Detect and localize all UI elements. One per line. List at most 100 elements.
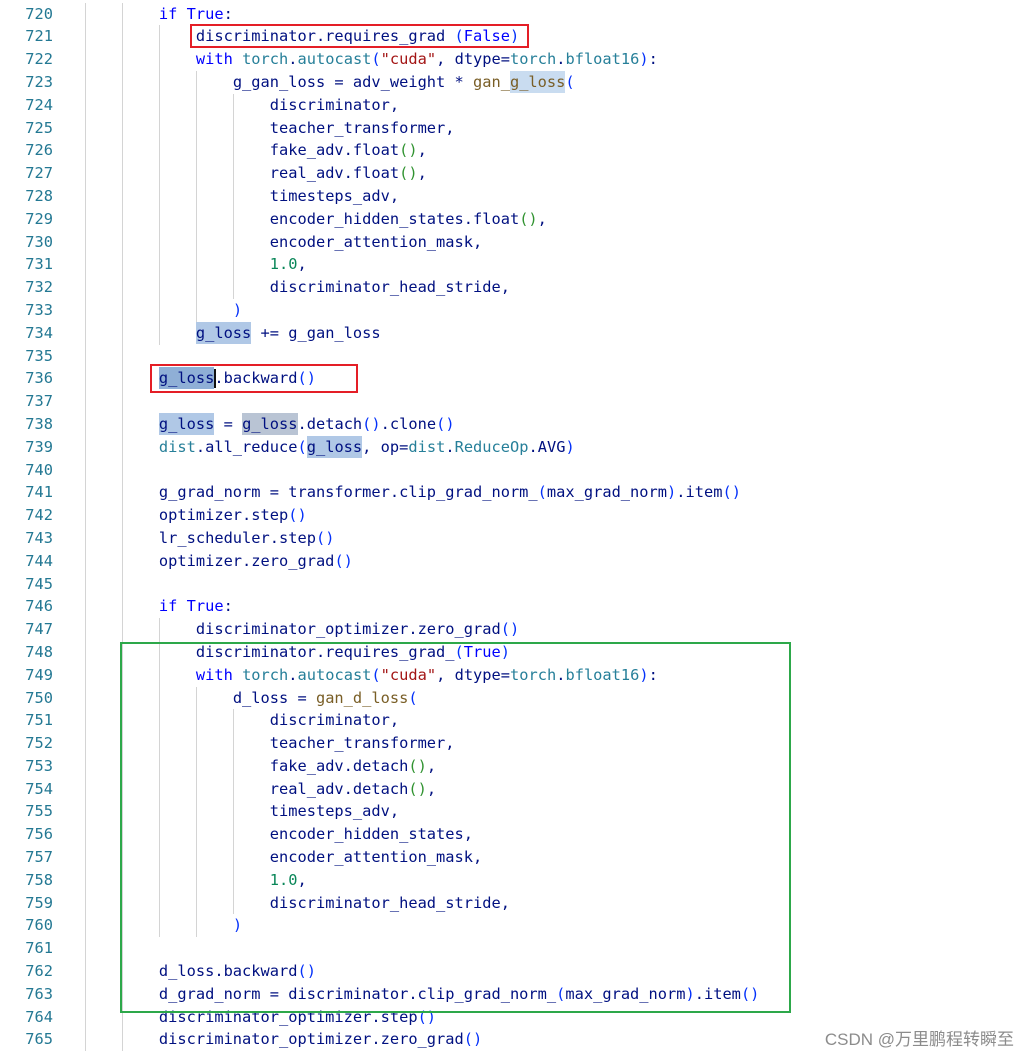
highlighted-code-token: g_loss [242,412,298,435]
code-token: += g_gan_loss [251,323,381,342]
code-line[interactable]: teacher_transformer, [85,117,455,140]
code-token: ( [565,72,575,91]
code-line[interactable]: encoder_hidden_states.float(), [85,208,547,231]
line-number: 759 [25,893,53,912]
code-token: timesteps_adv, [269,186,400,205]
code-token: . [445,437,455,456]
code-token: ) [565,437,575,456]
code-line[interactable]: lr_scheduler.step() [85,527,335,550]
code-token: encoder_attention_mask, [269,232,483,251]
code-token: bfloat16 [565,50,640,69]
code-row: 722 with torch.autocast("cuda", dtype=to… [0,48,1018,71]
code-line[interactable]: discriminator_head_stride, [85,276,510,299]
line-number: 732 [25,278,53,297]
code-token: () [399,141,418,160]
code-line[interactable]: ) [85,299,242,322]
code-line[interactable]: dist.all_reduce(g_loss, op=dist.ReduceOp… [85,435,575,459]
code-row: 723 g_gan_loss = adv_weight * gan_g_loss… [0,70,1018,94]
code-token: .clone [380,414,437,433]
code-row: 731 1.0, [0,253,1018,277]
line-number: 743 [25,528,53,547]
annotation-box-red-requires-grad-false [190,24,529,48]
code-line[interactable]: optimizer.step() [85,504,307,527]
code-token: ReduceOp [454,437,529,456]
line-number: 754 [25,779,53,798]
code-line[interactable]: fake_adv.float(), [85,139,427,162]
line-number: 734 [25,323,53,342]
annotation-box-green-discriminator-step [120,642,791,1013]
code-row: 726 fake_adv.float(), [0,139,1018,163]
code-token: gan_ [473,72,510,91]
code-line[interactable]: if True: [85,3,233,26]
code-token: encoder_hidden_states.float [269,209,520,228]
code-token: torch [510,50,557,69]
code-token: autocast [297,50,372,69]
code-token: , [417,164,427,183]
code-token: teacher_transformer, [269,118,455,137]
line-number: 722 [25,50,53,69]
code-row: 728 timesteps_adv, [0,184,1018,208]
code-line[interactable]: 1.0, [85,253,307,276]
code-row: 745 [0,572,1018,596]
code-row: 742 optimizer.step() [0,504,1018,527]
indent-guide [85,572,86,596]
code-line[interactable]: discriminator, [85,94,399,117]
code-editor[interactable]: 720 if True: 721 discriminator.requires_g… [0,0,1018,1059]
code-line[interactable]: discriminator_optimizer.zero_grad() [85,618,519,641]
code-token: , op= [362,437,409,456]
line-number: 720 [25,4,53,23]
code-line[interactable]: g_grad_norm = transformer.clip_grad_norm… [85,481,741,504]
code-line[interactable]: discriminator_optimizer.zero_grad() [85,1028,482,1051]
line-number: 751 [25,711,53,730]
code-line[interactable]: g_loss = g_loss.detach().clone() [85,412,455,436]
indent-guide [121,344,123,368]
code-row: 733 ) [0,298,1018,322]
code-line[interactable]: g_gan_loss = adv_weight * gan_g_loss( [85,70,575,94]
line-number: 739 [25,437,53,456]
indent-guide [85,458,86,482]
line-number: 755 [25,802,53,821]
code-row: 720 if True: [0,2,1018,26]
code-token: .detach [297,414,363,433]
code-row: 725 teacher_transformer, [0,116,1018,140]
code-token: discriminator, [269,95,400,114]
code-line[interactable]: encoder_attention_mask, [85,231,482,254]
code-row: 744 optimizer.zero_grad() [0,549,1018,573]
code-token: optimizer.step [158,506,289,525]
line-number: 740 [25,460,53,479]
highlighted-code-token: g_loss [509,70,566,93]
line-number: 731 [25,255,53,274]
indent-guide [85,937,86,961]
code-line[interactable]: if True: [85,595,233,618]
code-line[interactable]: optimizer.zero_grad() [85,550,353,573]
highlighted-code-token: g_loss [195,321,252,344]
code-token: True [186,597,224,616]
code-line[interactable]: real_adv.float(), [85,162,427,185]
code-token: () [722,483,741,502]
code-line[interactable]: timesteps_adv, [85,185,399,208]
line-number: 763 [25,984,53,1003]
line-number: 727 [25,164,53,183]
code-line[interactable]: with torch.autocast("cuda", dtype=torch.… [85,48,658,71]
line-number: 728 [25,186,53,205]
line-number: 741 [25,483,53,502]
code-line[interactable]: g_loss += g_gan_loss [85,321,381,345]
code-row: 727 real_adv.float(), [0,162,1018,185]
code-row: 743 lr_scheduler.step() [0,526,1018,550]
code-row: 730 encoder_attention_mask, [0,230,1018,254]
code-token: max_grad_norm [546,483,667,502]
